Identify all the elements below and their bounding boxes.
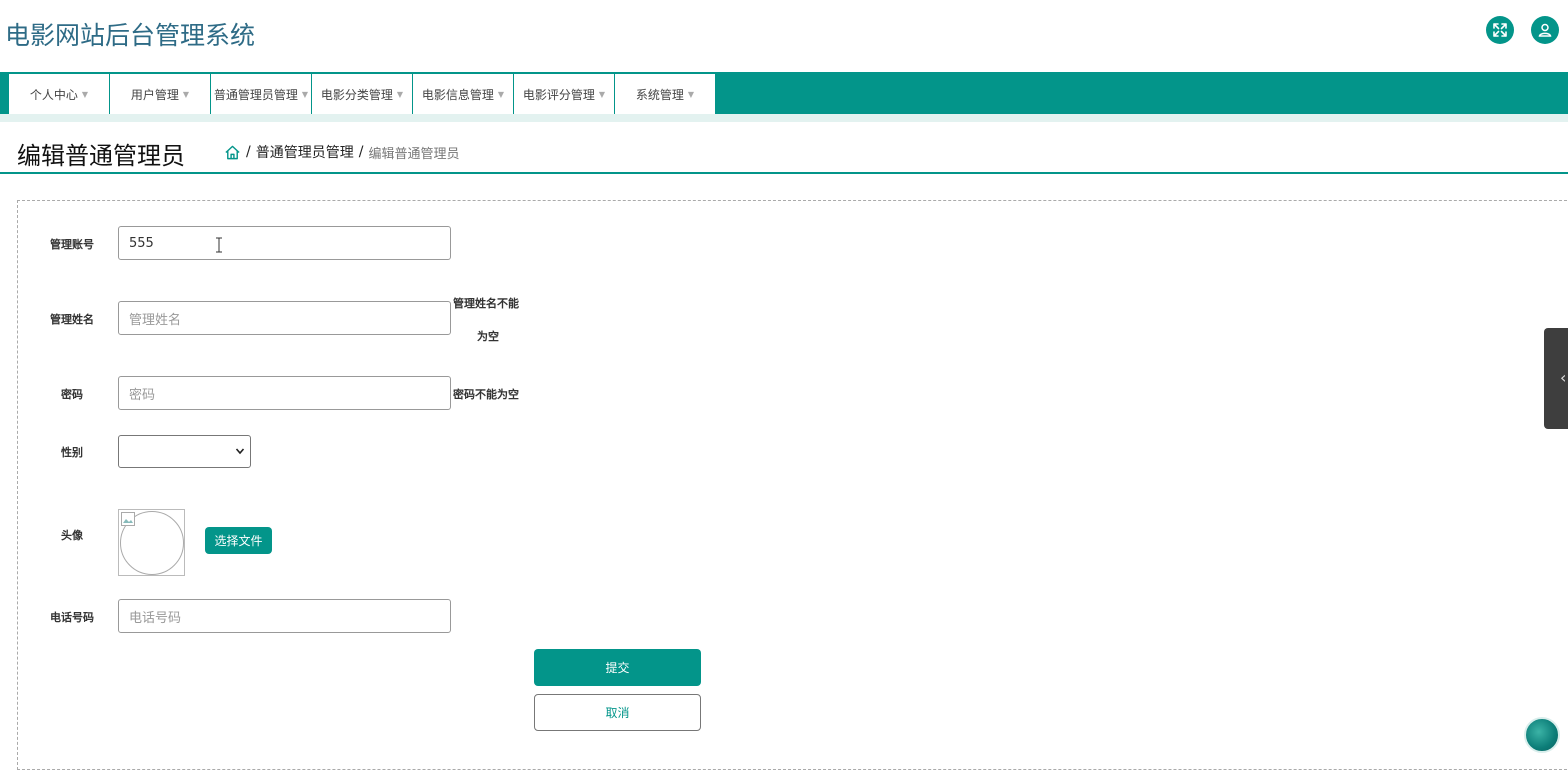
password-label: 密码 xyxy=(61,388,83,401)
nav-item-system[interactable]: 系统管理 ▼ xyxy=(615,74,715,114)
password-input[interactable]: 密码 xyxy=(118,376,451,410)
caret-down-icon: ▼ xyxy=(598,89,606,99)
user-menu-button[interactable] xyxy=(1531,16,1559,44)
phone-input[interactable]: 电话号码 xyxy=(118,599,451,633)
avatar-preview xyxy=(118,509,185,576)
password-error: 密码不能为空 xyxy=(453,388,519,401)
caret-down-icon: ▼ xyxy=(497,89,505,99)
page-title: 编辑普通管理员 xyxy=(17,142,185,170)
name-input[interactable]: 管理姓名 xyxy=(118,301,451,335)
chevron-down-icon xyxy=(235,448,245,455)
chevron-left-icon: ‹ xyxy=(1560,368,1567,387)
caret-down-icon: ▼ xyxy=(81,89,89,99)
breadcrumb: / 普通管理员管理 / 编辑普通管理员 xyxy=(224,142,459,162)
user-icon xyxy=(1538,23,1552,37)
cancel-button[interactable]: 取消 xyxy=(534,694,701,731)
form-container xyxy=(17,200,1568,770)
breadcrumb-level1[interactable]: 普通管理员管理 xyxy=(256,142,354,162)
broken-image-icon xyxy=(121,512,135,526)
nav-item-admin-management[interactable]: 普通管理员管理 ▼ xyxy=(211,74,312,114)
caret-down-icon: ▼ xyxy=(396,89,404,99)
floating-assistant-button[interactable] xyxy=(1524,717,1560,753)
avatar-label: 头像 xyxy=(61,529,83,542)
submit-button[interactable]: 提交 xyxy=(534,649,701,686)
gender-label: 性别 xyxy=(61,446,83,459)
choose-file-button[interactable]: 选择文件 xyxy=(205,527,272,554)
caret-down-icon: ▼ xyxy=(301,89,309,99)
nav-item-movie-rating[interactable]: 电影评分管理 ▼ xyxy=(514,74,615,114)
top-header: 电影网站后台管理系统 xyxy=(0,0,1568,72)
gender-select[interactable] xyxy=(118,435,251,468)
phone-label: 电话号码 xyxy=(50,611,94,624)
app-title: 电影网站后台管理系统 xyxy=(5,21,256,50)
nav-item-personal-center[interactable]: 个人中心 ▼ xyxy=(9,74,110,114)
expand-arrows-icon xyxy=(1493,23,1507,37)
breadcrumb-current: 编辑普通管理员 xyxy=(368,146,460,162)
name-error-line2: 为空 xyxy=(477,330,499,343)
account-label: 管理账号 xyxy=(50,238,94,251)
nav-bottom-strip xyxy=(0,114,1568,122)
caret-down-icon: ▼ xyxy=(182,89,190,99)
name-error-line1: 管理姓名不能 xyxy=(453,297,519,310)
text-cursor-icon xyxy=(216,237,222,253)
nav-item-movie-category[interactable]: 电影分类管理 ▼ xyxy=(312,74,413,114)
side-panel-toggle[interactable]: ‹ xyxy=(1544,328,1568,429)
nav-menu: 个人中心 ▼ 用户管理 ▼ 普通管理员管理 ▼ 电影分类管理 ▼ 电影信息管理 ▼ 电影评… xyxy=(9,74,715,114)
page-header: 编辑普通管理员 / 普通管理员管理 / 编辑普通管理员 xyxy=(0,122,1568,174)
nav-item-user-management[interactable]: 用户管理 ▼ xyxy=(110,74,211,114)
fullscreen-button[interactable] xyxy=(1486,16,1514,44)
caret-down-icon: ▼ xyxy=(687,89,695,99)
home-icon[interactable] xyxy=(224,144,241,161)
account-input[interactable]: 555 xyxy=(118,226,451,260)
name-label: 管理姓名 xyxy=(50,313,94,326)
nav-item-movie-info[interactable]: 电影信息管理 ▼ xyxy=(413,74,514,114)
